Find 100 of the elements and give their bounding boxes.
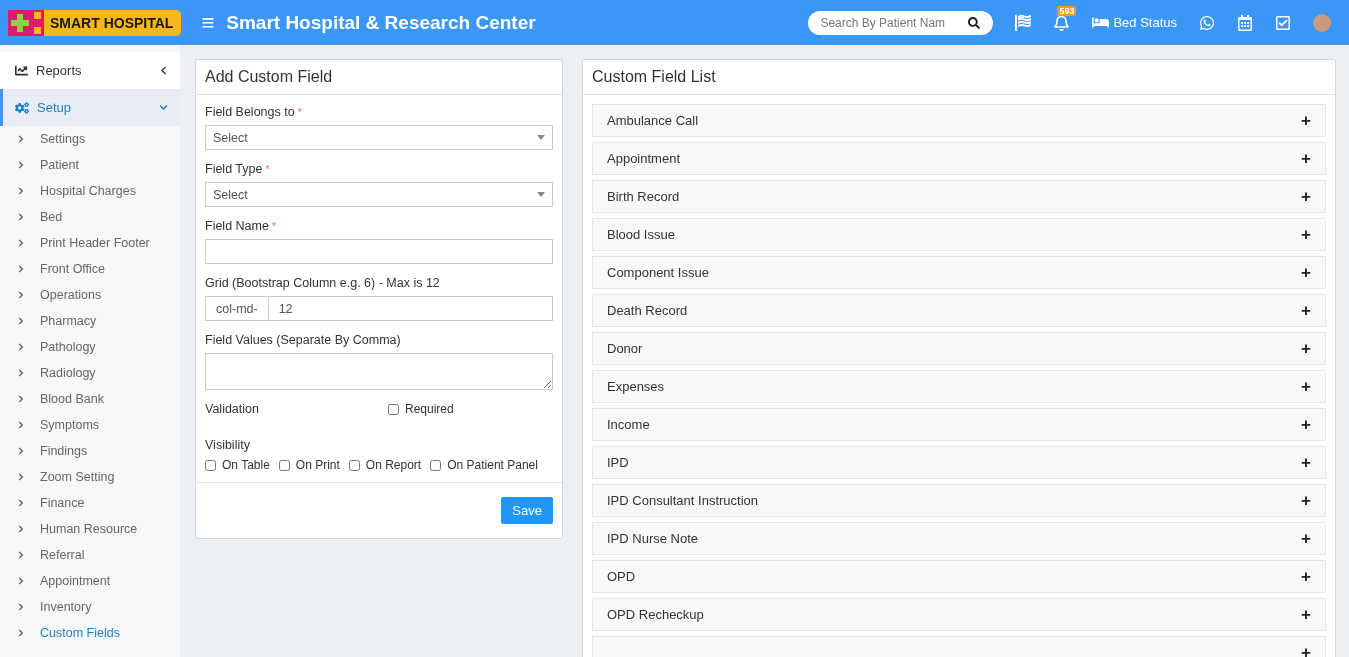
expand-glyph[interactable]: + [1301, 300, 1311, 321]
expand-glyph[interactable]: + [1301, 528, 1311, 549]
expand-glyph[interactable]: + [1301, 452, 1311, 473]
expand-glyph[interactable]: + [1301, 642, 1311, 657]
expand-glyph[interactable]: + [1301, 110, 1311, 131]
chevron-icon [17, 187, 25, 195]
checkbox[interactable] [430, 459, 442, 471]
field-label: Field Type * [205, 162, 271, 176]
sidebar-subitem[interactable]: Appointment [0, 568, 180, 594]
calendar-icon[interactable] [1237, 14, 1253, 31]
accordion-item[interactable]: Expenses + [592, 370, 1326, 403]
accordion-item[interactable]: IPD + [592, 446, 1326, 479]
whatsapp-icon[interactable] [1199, 14, 1215, 31]
expand-glyph[interactable]: + [1301, 338, 1311, 359]
sidebar-subitem[interactable]: Bed [0, 204, 180, 230]
expand-glyph[interactable]: + [1301, 566, 1311, 587]
sidebar-item[interactable]: Setup [0, 89, 180, 126]
logo[interactable]: SMART HOSPITAL [8, 9, 182, 36]
bell-icon[interactable] [1053, 14, 1071, 31]
checkbox-option[interactable]: On Patient Panel [430, 458, 538, 472]
chevron-icon [17, 395, 25, 403]
checkbox-option[interactable]: On Table [205, 458, 270, 472]
chevron-icon [17, 551, 25, 559]
accordion-item[interactable]: Income + [592, 408, 1326, 441]
chevron-icon [17, 421, 25, 429]
accordion-item[interactable]: OPD Recheckup + [592, 598, 1326, 631]
sidebar-subitem[interactable]: Print Header Footer [0, 230, 180, 256]
sidebar-subitem[interactable]: Symptoms [0, 412, 180, 438]
expand-glyph[interactable]: + [1301, 414, 1311, 435]
accordion-item[interactable]: Appointment + [592, 142, 1326, 175]
sidebar-subitem[interactable]: Findings [0, 438, 180, 464]
accordion-item[interactable]: Donor + [592, 332, 1326, 365]
accordion-item[interactable]: IPD Nurse Note + [592, 522, 1326, 555]
chevron-icon [17, 447, 25, 455]
accordion-item[interactable]: + [592, 636, 1326, 657]
required-mark: * [265, 164, 270, 175]
notification-count: 593 [1057, 6, 1077, 16]
sidebar-subitem[interactable]: Radiology [0, 360, 180, 386]
accordion-item[interactable]: OPD + [592, 560, 1326, 593]
sidebar-subitem[interactable]: Custom Fields [0, 620, 180, 646]
accordion-item[interactable]: Blood Issue + [592, 218, 1326, 251]
sidebar-subitem[interactable]: Finance [0, 490, 180, 516]
chart-icon [15, 64, 28, 77]
bed-icon [1092, 14, 1110, 31]
expand-glyph[interactable]: + [1301, 490, 1311, 511]
field-label: Validation [205, 402, 260, 416]
checkbox-icon[interactable] [1275, 14, 1291, 31]
checkbox-option[interactable]: Required [388, 402, 454, 416]
chevron-icon [17, 603, 25, 611]
checkbox-option[interactable]: On Print [278, 458, 340, 472]
chevron-icon [17, 499, 25, 507]
checkbox-option[interactable]: On Report [348, 458, 422, 472]
select-field[interactable]: Select [205, 125, 553, 150]
textarea-field[interactable] [205, 353, 553, 390]
sidebar-subitem[interactable]: Referral [0, 542, 180, 568]
checkbox[interactable] [278, 459, 290, 471]
sidebar-subitem[interactable]: Settings [0, 126, 180, 152]
field-label: Visibility [205, 438, 251, 452]
expand-glyph[interactable]: + [1301, 224, 1311, 245]
accordion-item[interactable]: Birth Record + [592, 180, 1326, 213]
required-mark: * [297, 107, 302, 118]
expand-glyph[interactable]: + [1301, 262, 1311, 283]
chevron-icon [17, 317, 25, 325]
expand-glyph[interactable]: + [1301, 604, 1311, 625]
chevron-icon [17, 265, 25, 273]
sidebar-subitem[interactable]: Patient [0, 152, 180, 178]
accordion-item[interactable]: IPD Consultant Instruction + [592, 484, 1326, 517]
sidebar-subitem[interactable]: Zoom Setting [0, 464, 180, 490]
sidebar-item[interactable]: Reports [0, 52, 180, 89]
sidebar-subitem[interactable]: Blood Bank [0, 386, 180, 412]
expand-glyph[interactable]: + [1301, 186, 1311, 207]
checkbox[interactable] [205, 459, 216, 471]
input-field[interactable] [205, 239, 553, 264]
chevron-icon [17, 577, 25, 585]
sidebar-subitem[interactable]: Front Office [0, 256, 180, 282]
sidebar-subitem[interactable]: Inventory [0, 594, 180, 620]
search-icon[interactable] [968, 16, 981, 29]
accordion-item[interactable]: Ambulance Call + [592, 104, 1326, 137]
field-label: Field Belongs to * [205, 105, 303, 119]
sidebar-subitem[interactable]: Operations [0, 282, 180, 308]
field-label: Field Name * [205, 219, 277, 233]
accordion-item[interactable]: Component Issue + [592, 256, 1326, 289]
chevron-icon [17, 473, 25, 481]
chevron-icon [17, 135, 25, 143]
sidebar-subitem[interactable]: Hospital Charges [0, 178, 180, 204]
checkbox[interactable] [388, 403, 399, 415]
chevron-icon [17, 161, 25, 169]
expand-glyph[interactable]: + [1301, 376, 1311, 397]
search-field[interactable]: Search By Patient Nam [808, 10, 994, 35]
expand-glyph[interactable]: + [1301, 148, 1311, 169]
flag-icon[interactable] [1015, 14, 1032, 31]
sidebar-subitem[interactable]: Pharmacy [0, 308, 180, 334]
select-field[interactable]: Select [205, 182, 553, 207]
chevron-icon [17, 629, 25, 637]
accordion-item[interactable]: Death Record + [592, 294, 1326, 327]
checkbox[interactable] [348, 459, 360, 471]
sidebar-subitem[interactable]: Human Resource [0, 516, 180, 542]
sidebar-subitem[interactable]: Pathology [0, 334, 180, 360]
chevron-icon [159, 66, 168, 75]
input-field[interactable]: 12 [267, 296, 553, 321]
